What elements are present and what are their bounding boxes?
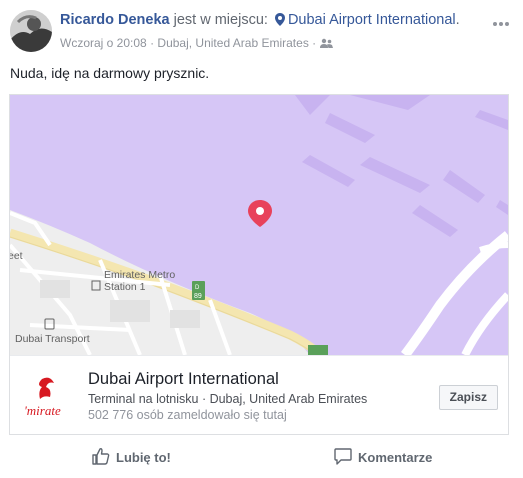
thumbs-up-icon — [92, 447, 110, 468]
place-info: 'mirate Dubai Airport International Term… — [10, 355, 508, 434]
place-suffix: . — [455, 12, 460, 28]
map-label-metro: Emirates Metro — [104, 269, 175, 281]
pin-icon — [274, 13, 285, 30]
comment-label: Komentarze — [358, 450, 433, 465]
card-checkins: 502 776 osób zameldowało się tutaj — [88, 408, 287, 422]
meta-separator: · — [312, 36, 317, 50]
like-button[interactable]: Lubię to! — [92, 447, 171, 468]
road-sign-num: 89 — [194, 293, 202, 300]
meta-separator: · — [150, 36, 155, 50]
avatar[interactable] — [10, 10, 52, 52]
place-card[interactable]: eet Emirates Metro Station 1 Dubai Trans… — [9, 94, 509, 435]
map-label-street: eet — [10, 250, 23, 262]
map-label-metro-station: Station 1 — [104, 281, 146, 293]
post-meta: Wczoraj o 20:08 · Dubaj, United Arab Emi… — [60, 36, 333, 52]
road-sign-top: D — [195, 285, 200, 291]
friends-icon[interactable] — [319, 38, 333, 52]
save-button[interactable]: Zapisz — [438, 385, 498, 410]
post-time[interactable]: Wczoraj o 20:08 — [60, 36, 147, 50]
feed-post: Ricardo Deneka jest w miejscu: Dubai Air… — [0, 0, 523, 478]
map-label-transport: Dubai Transport — [15, 333, 90, 345]
post-text: Nuda, idę na darmowy prysznic. — [10, 65, 210, 81]
svg-text:'mirate: 'mirate — [24, 403, 61, 418]
card-category: Terminal na lotnisku · Dubaj, United Ara… — [88, 392, 368, 406]
post-header: Ricardo Deneka jest w miejscu: Dubai Air… — [60, 12, 460, 30]
more-icon[interactable] — [493, 14, 509, 26]
author-name[interactable]: Ricardo Deneka — [60, 12, 170, 28]
post-actions: Lubię to! Komentarze — [0, 438, 523, 478]
post-location[interactable]: Dubaj, United Arab Emirates — [157, 36, 308, 50]
checkin-verb: jest w miejscu: — [173, 12, 268, 28]
place-link[interactable]: Dubai Airport International — [288, 12, 456, 28]
map[interactable]: eet Emirates Metro Station 1 Dubai Trans… — [10, 95, 508, 355]
comment-button[interactable]: Komentarze — [334, 447, 432, 468]
like-label: Lubię to! — [116, 450, 171, 465]
comment-icon — [334, 447, 352, 468]
card-title[interactable]: Dubai Airport International — [88, 370, 279, 389]
emirates-logo[interactable]: 'mirate — [20, 369, 72, 421]
